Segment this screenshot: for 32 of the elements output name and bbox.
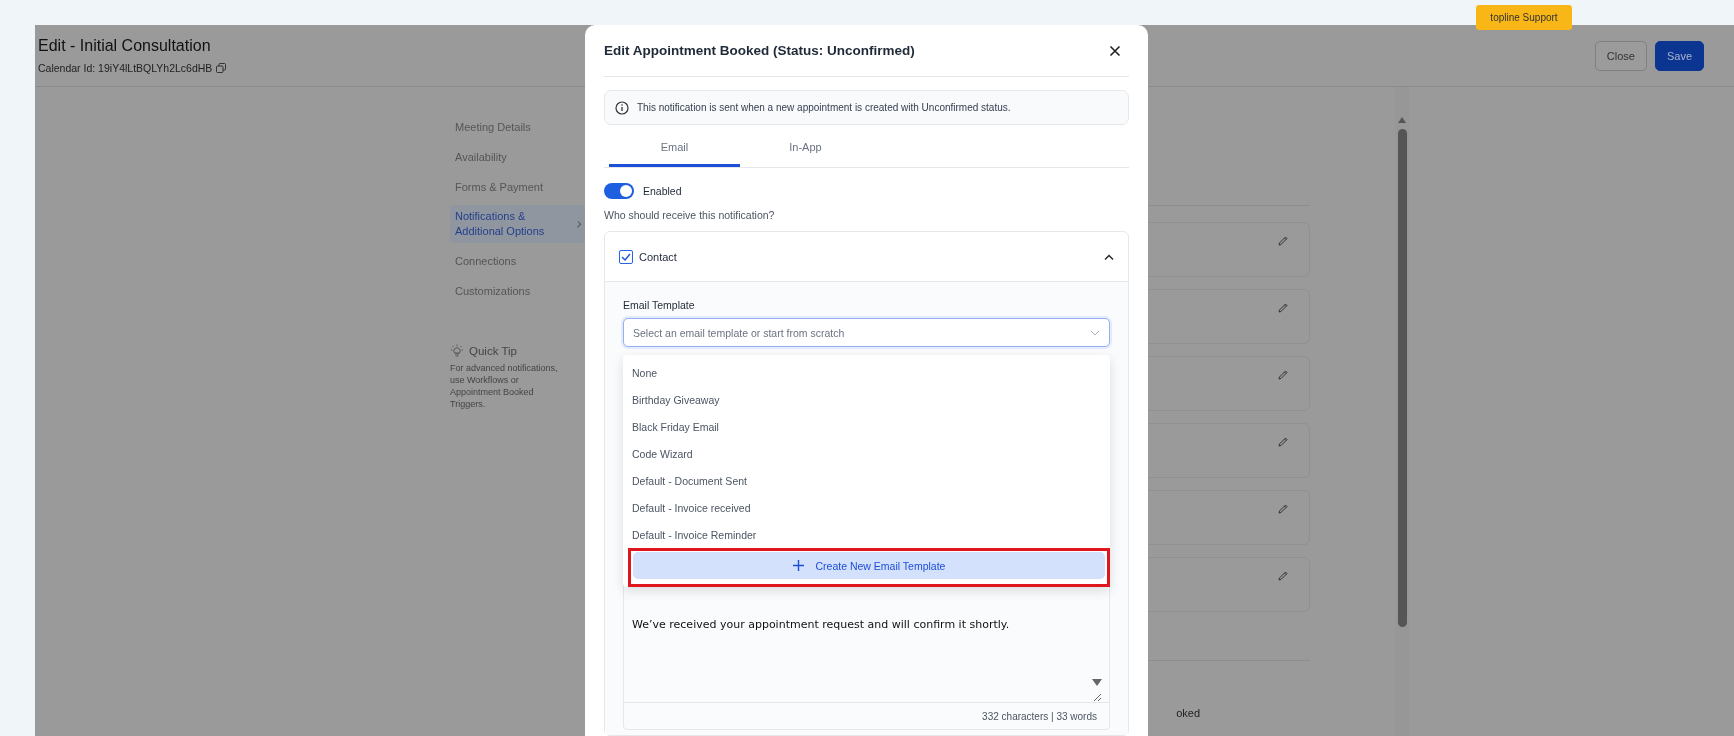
toggle-label: Enabled — [643, 185, 682, 197]
info-text: This notification is sent when a new appointment is created with Unconfirmed status. — [637, 102, 1011, 113]
character-counter: 332 characters | 33 words — [982, 710, 1097, 722]
sidebar-item[interactable]: Connections — [450, 246, 585, 276]
dropdown-option[interactable]: Default - Invoice Reminder — [623, 521, 1110, 548]
save-button[interactable]: Save — [1654, 40, 1704, 71]
background-label: oked — [1176, 707, 1200, 719]
dropdown-option[interactable]: Black Friday Email — [623, 413, 1110, 440]
create-template-button[interactable]: Create New Email Template — [633, 552, 1105, 579]
page-title: Edit - Initial Consultation — [38, 37, 212, 55]
dropdown-option[interactable]: Birthday Giveaway — [623, 386, 1110, 413]
sidebar-item[interactable]: Meeting Details — [450, 112, 585, 142]
sidebar-item[interactable]: Availability — [450, 142, 585, 172]
support-badge[interactable]: topline Support — [1476, 5, 1572, 30]
tab[interactable]: Email — [609, 129, 740, 167]
dropdown-option[interactable]: Default - Invoice received — [623, 494, 1110, 521]
sidebar-item[interactable]: Forms & Payment — [450, 172, 585, 202]
tab[interactable]: In-App — [740, 129, 871, 167]
template-select[interactable]: Select an email template or start from scratch — [623, 318, 1110, 347]
close-button[interactable]: Close — [1594, 40, 1647, 71]
checkbox-label: Contact — [639, 250, 678, 263]
quick-tip-title: Quick Tip — [469, 345, 517, 357]
field-label: Who should receive this notification? — [604, 209, 776, 221]
quick-tip-text: For advanced notifications, use Workflows or Appointment Booked Triggers. — [450, 362, 559, 411]
calendar-id: Calendar Id: 19iY4lLtBQLYh2Lc6dHB — [38, 62, 213, 74]
dialog-title: Edit Appointment Booked (Status: Unconfirmed) — [604, 43, 915, 58]
field-label: Email Template — [623, 299, 696, 311]
sidebar-item[interactable]: Notifications & Additional Options — [450, 205, 585, 243]
dropdown-option[interactable]: None — [623, 359, 1110, 386]
sidebar-item[interactable]: Customizations — [450, 276, 585, 306]
dropdown-option[interactable]: Code Wizard — [623, 440, 1110, 467]
dropdown-option[interactable]: Default - Document Sent — [623, 467, 1110, 494]
